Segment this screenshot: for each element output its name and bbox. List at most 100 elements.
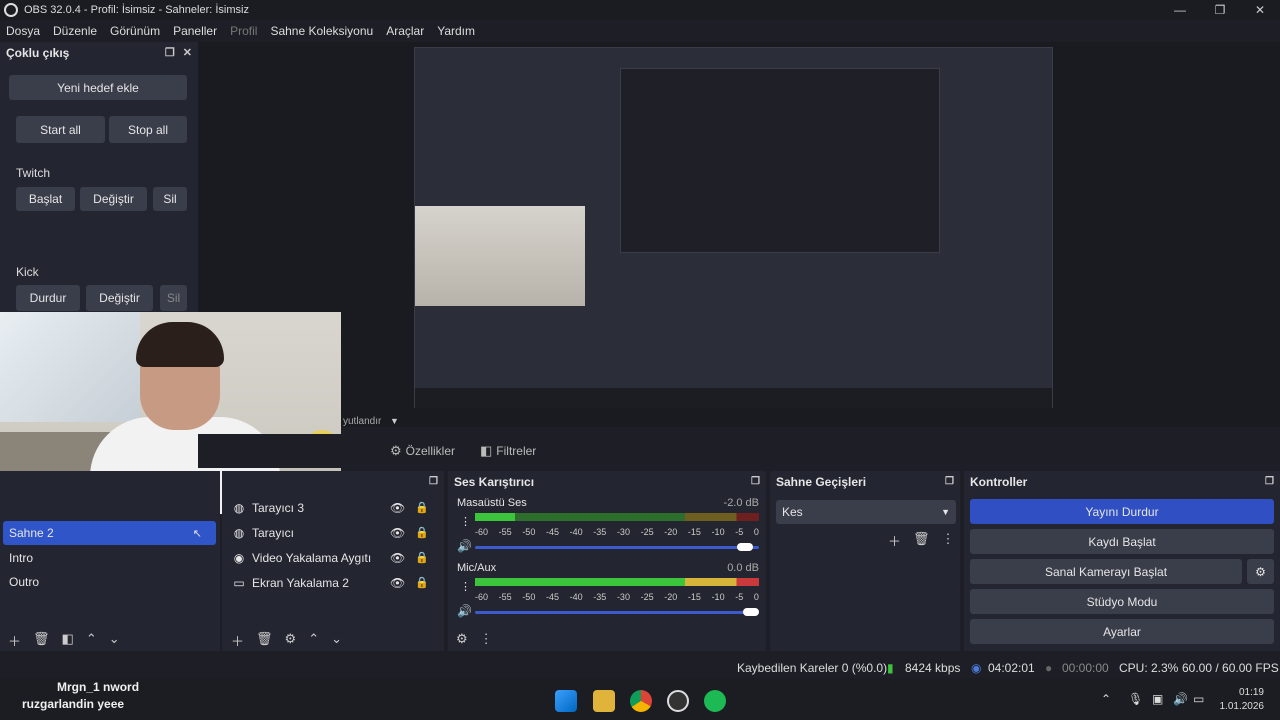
filter-icon: ◧ xyxy=(480,443,493,458)
close-icon[interactable]: ✕ xyxy=(183,46,192,59)
gear-icon: ⚙ xyxy=(390,443,402,458)
kick-stop-button[interactable]: Durdur xyxy=(16,285,80,311)
add-icon[interactable]: ＋ xyxy=(231,631,244,650)
chevron-down-icon: ▼ xyxy=(941,507,950,517)
more-icon[interactable]: ⋮ xyxy=(480,631,493,647)
trash-icon[interactable]: 🗑 xyxy=(256,631,273,650)
start-all-button[interactable]: Start all xyxy=(16,116,105,143)
microphone-icon[interactable]: 🎙 xyxy=(1128,692,1143,706)
add-target-button[interactable]: Yeni hedef ekle xyxy=(9,75,187,100)
transition-select[interactable]: Kes ▼ xyxy=(776,500,956,524)
virtual-camera-settings-button[interactable]: ⚙ xyxy=(1247,559,1274,584)
settings-button[interactable]: Ayarlar xyxy=(970,619,1274,644)
source-item[interactable]: ◍ Tarayıcı 3 👁 🔒 xyxy=(230,495,440,520)
chevron-up-icon[interactable]: ⌃ xyxy=(86,631,97,650)
lock-icon[interactable]: 🔒 xyxy=(415,576,429,589)
fps: 60.00 / 60.00 FPS xyxy=(1182,661,1279,675)
lock-icon[interactable]: 🔒 xyxy=(415,526,429,539)
scene-item[interactable]: Intro xyxy=(3,546,216,570)
source-item[interactable]: ◉ Video Yakalama Aygıtı 👁 🔒 xyxy=(230,545,440,570)
filters-button[interactable]: ◧ Filtreler xyxy=(480,438,536,464)
chevron-down-icon[interactable]: ⌄ xyxy=(331,631,342,650)
popout-icon[interactable]: ❐ xyxy=(751,476,760,487)
trash-icon[interactable]: 🗑 xyxy=(913,531,930,550)
channel-name: Masaüstü Ses xyxy=(457,497,527,509)
menu-view[interactable]: Görünüm xyxy=(110,24,160,38)
close-button[interactable]: ✕ xyxy=(1240,0,1280,20)
start-recording-button[interactable]: Kaydı Başlat xyxy=(970,529,1274,554)
dropdown-arrow-icon[interactable]: ▼ xyxy=(390,416,399,426)
menu-scene-collection[interactable]: Sahne Koleksiyonu xyxy=(270,24,373,38)
more-icon[interactable]: ⋮ xyxy=(460,515,471,528)
controls-title: Kontroller xyxy=(970,475,1028,489)
menu-docks[interactable]: Paneller xyxy=(173,24,217,38)
studio-mode-button[interactable]: Stüdyo Modu xyxy=(970,589,1274,614)
stop-stream-button[interactable]: Yayını Durdur xyxy=(970,499,1274,524)
chat-user: ruzgarlandin xyxy=(22,697,95,711)
more-icon[interactable]: ⋮ xyxy=(460,580,471,593)
eye-icon[interactable]: 👁 xyxy=(390,501,405,515)
chevron-down-icon[interactable]: ⌄ xyxy=(109,631,120,650)
maximize-button[interactable]: ❐ xyxy=(1200,0,1240,20)
menu-profile[interactable]: Profil xyxy=(230,24,257,38)
title-bar: OBS 32.0.4 - Profil: İsimsiz - Sahneler:… xyxy=(0,0,1280,20)
eye-icon[interactable]: 👁 xyxy=(390,551,405,565)
menu-file[interactable]: Dosya xyxy=(6,24,40,38)
scene-item[interactable]: Sahne 2 ↖ xyxy=(3,521,216,545)
source-item[interactable]: ▭ Ekran Yakalama 2 👁 🔒 xyxy=(230,570,440,595)
stop-all-button[interactable]: Stop all xyxy=(109,116,187,143)
chrome-icon[interactable] xyxy=(630,690,652,712)
twitch-delete-button[interactable]: Sil xyxy=(153,187,187,211)
add-icon[interactable]: ＋ xyxy=(8,631,21,650)
network-icon[interactable]: ▣ xyxy=(1152,692,1163,706)
lock-icon[interactable]: 🔒 xyxy=(415,501,429,514)
twitch-edit-button[interactable]: Değiştir xyxy=(80,187,147,211)
menu-help[interactable]: Yardım xyxy=(437,24,475,38)
kick-edit-button[interactable]: Değiştir xyxy=(86,285,153,311)
popout-icon[interactable]: ❐ xyxy=(945,476,954,487)
system-clock[interactable]: 01:19 1.01.2026 xyxy=(1220,686,1265,714)
kick-delete-button[interactable]: Sil xyxy=(160,285,187,311)
windows-start-icon[interactable] xyxy=(555,690,577,712)
popout-icon[interactable]: ❐ xyxy=(429,476,438,487)
obs-taskbar-icon[interactable] xyxy=(667,690,689,712)
volume-knob[interactable] xyxy=(737,543,753,551)
filter-icon[interactable]: ◧ xyxy=(62,631,74,650)
gear-icon[interactable]: ⚙ xyxy=(285,631,297,650)
volume-slider[interactable] xyxy=(475,608,759,616)
gear-icon: ⚙ xyxy=(1255,564,1266,579)
menu-tools[interactable]: Araçlar xyxy=(386,24,424,38)
chevron-up-icon[interactable]: ⌃ xyxy=(308,631,319,650)
volume-knob[interactable] xyxy=(743,608,759,616)
speaker-icon[interactable]: 🔊 xyxy=(457,539,472,553)
speaker-icon[interactable]: 🔊 xyxy=(1173,692,1188,706)
popout-icon[interactable]: ❐ xyxy=(165,46,175,59)
transitions-header: Sahne Geçişleri ❐ xyxy=(770,471,960,493)
multi-output-header: Çoklu çıkış ❐ ✕ xyxy=(0,42,198,64)
gear-icon[interactable]: ⚙ xyxy=(456,631,468,647)
eye-icon[interactable]: 👁 xyxy=(390,526,405,540)
battery-icon[interactable]: ▭ xyxy=(1193,692,1204,706)
popout-icon[interactable]: ❐ xyxy=(1265,476,1274,487)
twitch-start-button[interactable]: Başlat xyxy=(16,187,75,211)
scene-item[interactable]: Outro xyxy=(3,570,216,594)
add-icon[interactable]: ＋ xyxy=(888,531,901,550)
menu-edit[interactable]: Düzenle xyxy=(53,24,97,38)
nested-preview-capture xyxy=(414,47,1053,408)
volume-slider[interactable] xyxy=(475,543,759,551)
minimize-button[interactable]: — xyxy=(1160,0,1200,20)
volume-meter xyxy=(475,578,759,586)
start-virtual-camera-button[interactable]: Sanal Kamerayı Başlat xyxy=(970,559,1242,584)
source-item[interactable]: ◍ Tarayıcı 👁 🔒 xyxy=(230,520,440,545)
lock-icon[interactable]: 🔒 xyxy=(415,551,429,564)
properties-button[interactable]: ⚙ Özellikler xyxy=(390,438,455,464)
more-icon[interactable]: ⋮ xyxy=(942,531,955,550)
trash-icon[interactable]: 🗑 xyxy=(33,631,50,650)
multi-output-title: Çoklu çıkış xyxy=(6,46,70,60)
speaker-icon[interactable]: 🔊 xyxy=(457,604,472,618)
eye-icon[interactable]: 👁 xyxy=(390,576,405,590)
volume-meter xyxy=(475,513,759,521)
file-explorer-icon[interactable] xyxy=(593,690,615,712)
spotify-icon[interactable] xyxy=(704,690,726,712)
chevron-up-icon[interactable]: ⌃ xyxy=(1101,692,1111,706)
